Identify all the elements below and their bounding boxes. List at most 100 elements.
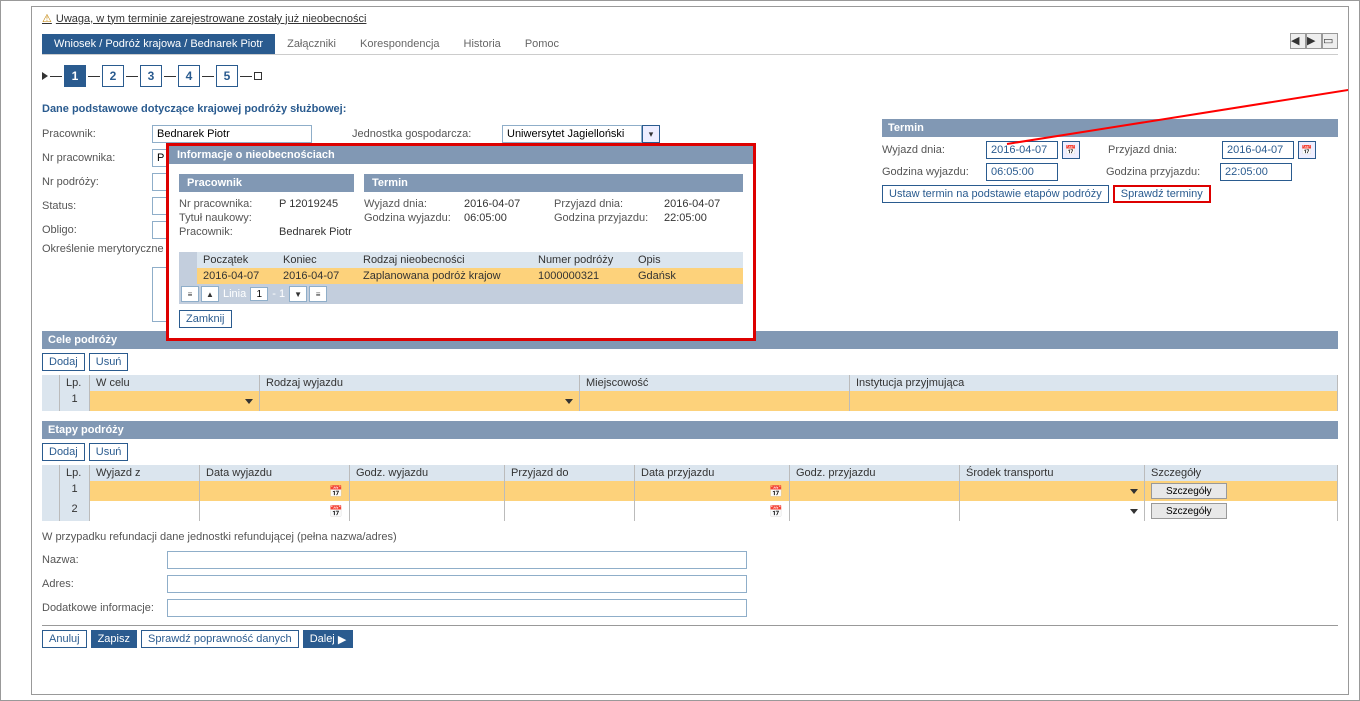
etapy-row-2[interactable]: 2 📅 📅 Szczegóły [42, 501, 1338, 521]
col-rodzaj: Rodzaj wyjazdu [260, 375, 580, 391]
etapy-row-1[interactable]: 1 📅 📅 Szczegóły [42, 481, 1338, 501]
calendar-icon[interactable]: 📅 [1062, 141, 1080, 159]
col-miejsc: Miejscowość [580, 375, 850, 391]
tab-historia[interactable]: Historia [452, 34, 513, 54]
przyjazd-dnia-label: Przyjazd dnia: [1108, 144, 1218, 156]
tab-next-icon[interactable]: ▶ [1306, 33, 1322, 49]
dalej-button[interactable]: Dalej ▶ [303, 630, 354, 648]
szczegoly-button[interactable]: Szczegóły [1151, 503, 1227, 519]
form-right: Termin Wyjazd dnia: 📅 Przyjazd dnia: 📅 [882, 123, 1338, 325]
tab-strip: Wniosek / Podróż krajowa / Bednarek Piot… [42, 33, 1338, 55]
dodatkowe-input[interactable] [167, 599, 747, 617]
col-inst: Instytucja przyjmująca [850, 375, 1338, 391]
wyjazd-dnia-input[interactable] [986, 141, 1058, 159]
chevron-down-icon[interactable] [245, 399, 253, 404]
chevron-down-icon[interactable] [1130, 509, 1138, 514]
chevron-down-icon[interactable] [1130, 489, 1138, 494]
jednostka-input[interactable] [502, 125, 642, 143]
modal-zamknij-button[interactable]: Zamknij [179, 310, 232, 328]
step-3[interactable]: 3 [140, 65, 162, 87]
step-2[interactable]: 2 [102, 65, 124, 87]
pager-next-icon[interactable]: ▼ [289, 286, 307, 302]
basic-data-heading: Dane podstawowe dotyczące krajowej podró… [42, 103, 1338, 115]
adres-label: Adres: [42, 578, 167, 590]
tab-zalaczniki[interactable]: Załączniki [275, 34, 348, 54]
tab-prev-icon[interactable]: ◀ [1290, 33, 1306, 49]
nazwa-input[interactable] [167, 551, 747, 569]
modal-sec-pracownik: Pracownik [179, 174, 354, 192]
col-wcelu: W celu [90, 375, 260, 391]
etapy-usun-button[interactable]: Usuń [89, 443, 129, 461]
step-4[interactable]: 4 [178, 65, 200, 87]
pager-first-icon[interactable]: ≡ [181, 286, 199, 302]
tab-menu-icon[interactable]: ▭ [1322, 33, 1338, 49]
col-dataw: Data wyjazdu [200, 465, 350, 481]
cele-row[interactable]: 1 [42, 391, 1338, 411]
cele-usun-button[interactable]: Usuń [89, 353, 129, 371]
modal-header: Informacje o nieobecnościach [169, 146, 753, 164]
sprawdz-poprawnosc-button[interactable]: Sprawdź poprawność danych [141, 630, 299, 648]
cele-dodaj-button[interactable]: Dodaj [42, 353, 85, 371]
jednostka-label: Jednostka gospodarcza: [352, 128, 502, 140]
godzina-przyjazdu-input[interactable] [1220, 163, 1292, 181]
zapisz-button[interactable]: Zapisz [91, 630, 137, 648]
pager-line-input[interactable] [250, 287, 268, 301]
col-godzp: Godz. przyjazdu [790, 465, 960, 481]
col-lp: Lp. [60, 375, 90, 391]
warning-bar[interactable]: ⚠ Uwaga, w tym terminie zarejestrowane z… [42, 12, 1338, 25]
col-przyjazddo: Przyjazd do [505, 465, 635, 481]
tab-nav: ◀ ▶ ▭ [1290, 33, 1338, 49]
absence-info-modal: Informacje o nieobecnościach Pracownik T… [166, 143, 756, 341]
col-datap: Data przyjazdu [635, 465, 790, 481]
refund-heading: W przypadku refundacji dane jednostki re… [42, 531, 1338, 543]
pager-last-icon[interactable]: ≡ [309, 286, 327, 302]
warning-icon: ⚠ [42, 12, 52, 25]
pager-prev-icon[interactable]: ▲ [201, 286, 219, 302]
step-1[interactable]: 1 [64, 65, 86, 87]
etapy-header: Etapy podróży [42, 421, 1338, 439]
pracownik-label: Pracownik: [42, 128, 152, 140]
obligo-label: Obligo: [42, 224, 152, 236]
step-5[interactable]: 5 [216, 65, 238, 87]
etapy-dodaj-button[interactable]: Dodaj [42, 443, 85, 461]
wyjazd-dnia-label: Wyjazd dnia: [882, 144, 982, 156]
jednostka-picker-icon[interactable]: ▾ [642, 125, 660, 143]
calendar-icon[interactable]: 📅 [329, 505, 343, 518]
szczegoly-button[interactable]: Szczegóły [1151, 483, 1227, 499]
okreslenie-label: Określenie merytoryczne [42, 243, 182, 255]
nazwa-label: Nazwa: [42, 554, 167, 566]
chevron-down-icon[interactable] [565, 399, 573, 404]
sprawdz-terminy-button[interactable]: Sprawdź terminy [1113, 185, 1211, 203]
col-szczegoly: Szczegóły [1145, 465, 1338, 481]
step-end-icon [254, 72, 262, 80]
anuluj-button[interactable]: Anuluj [42, 630, 87, 648]
calendar-icon[interactable]: 📅 [769, 505, 783, 518]
calendar-icon[interactable]: 📅 [1298, 141, 1316, 159]
col-wyjazdz: Wyjazd z [90, 465, 200, 481]
col-lp: Lp. [60, 465, 90, 481]
dodatkowe-label: Dodatkowe informacje: [42, 602, 167, 614]
ustaw-termin-button[interactable]: Ustaw termin na podstawie etapów podróży [882, 185, 1109, 203]
pracownik-input[interactable] [152, 125, 312, 143]
przyjazd-dnia-input[interactable] [1222, 141, 1294, 159]
calendar-icon[interactable]: 📅 [769, 485, 783, 498]
refund-section: W przypadku refundacji dane jednostki re… [42, 531, 1338, 619]
calendar-icon[interactable]: 📅 [329, 485, 343, 498]
nrpodrozy-label: Nr podróży: [42, 176, 152, 188]
main-container: ⚠ Uwaga, w tym terminie zarejestrowane z… [31, 6, 1349, 695]
nrprac-label: Nr pracownika: [42, 152, 152, 164]
tab-korespondencja[interactable]: Korespondencja [348, 34, 452, 54]
step-start-icon [42, 72, 48, 80]
modal-absence-row[interactable]: 2016-04-07 2016-04-07 Zaplanowana podróż… [179, 268, 743, 284]
adres-input[interactable] [167, 575, 747, 593]
godzina-przyjazdu-label: Godzina przyjazdu: [1106, 166, 1216, 178]
tab-pomoc[interactable]: Pomoc [513, 34, 571, 54]
step-strip: 1 2 3 4 5 [42, 65, 1338, 87]
status-label: Status: [42, 200, 152, 212]
col-godzw: Godz. wyjazdu [350, 465, 505, 481]
warning-text: Uwaga, w tym terminie zarejestrowane zos… [56, 13, 367, 25]
modal-pager: ≡ ▲ Linia - 1 ▼ ≡ [179, 284, 743, 304]
footer-bar: Anuluj Zapisz Sprawdź poprawność danych … [42, 625, 1338, 648]
godzina-wyjazdu-input[interactable] [986, 163, 1058, 181]
tab-wniosek[interactable]: Wniosek / Podróż krajowa / Bednarek Piot… [42, 34, 275, 54]
